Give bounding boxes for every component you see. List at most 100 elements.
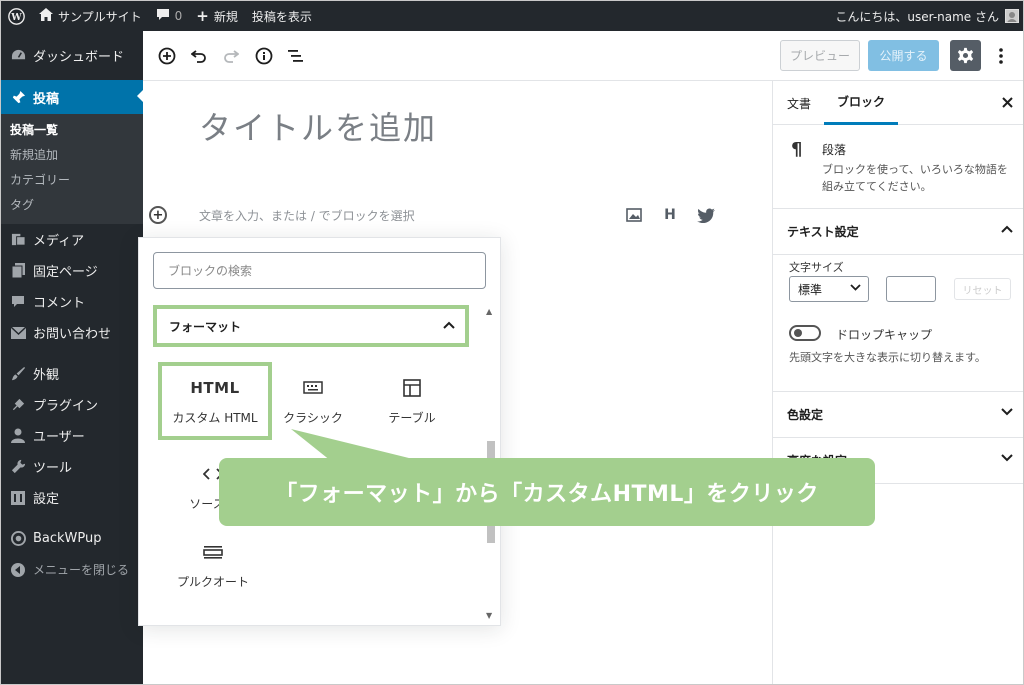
table-icon [403,377,421,399]
menu-label-backwpup: BackWPup [33,531,102,546]
comment-bubble-icon [156,8,170,24]
menu-label-settings: 設定 [33,492,60,507]
settings-toggle-button[interactable] [950,40,981,71]
redo-icon [224,50,239,63]
paragraph-placeholder[interactable]: 文章を入力、または / でブロックを選択 [199,207,415,224]
pilcrow-icon: ¶ [791,139,803,160]
menu-item-backwpup[interactable]: BackWPup [1,523,143,554]
menu-item-users[interactable]: ユーザー [1,420,143,451]
custom-font-size-input[interactable] [886,276,936,302]
quick-image-button[interactable] [624,205,644,225]
post-title-input[interactable]: タイトルを追加 [199,103,437,149]
menu-item-posts[interactable]: 投稿 [1,80,143,114]
drop-cap-toggle[interactable] [789,325,821,341]
pullquote-icon [203,541,223,563]
menu-item-appearance[interactable]: 外観 [1,358,143,389]
color-settings-panel-header[interactable]: 色設定 [773,392,1023,438]
user-icon [9,427,27,445]
block-label-table: テーブル [388,410,436,425]
submenu-categories[interactable]: カテゴリー [1,168,143,193]
preview-button[interactable]: プレビュー [780,40,860,71]
text-settings-title: テキスト設定 [787,225,859,239]
scroll-up-arrow-icon[interactable]: ▲ [486,307,492,316]
menu-item-contact[interactable]: お問い合わせ [1,317,143,348]
formatting-panel-header[interactable]: フォーマット [153,305,469,347]
block-custom-html[interactable]: HTML カスタム HTML [158,362,272,440]
content-info-button[interactable] [252,44,276,68]
more-menu-button[interactable] [991,40,1011,71]
backwpup-logo-icon [9,530,27,548]
scroll-down-arrow-icon[interactable]: ▼ [486,611,492,620]
plus-icon: + [196,7,209,25]
menu-item-pages[interactable]: 固定ページ [1,255,143,286]
collapse-arrow-icon [9,561,27,579]
undo-icon [191,50,206,63]
site-name: サンプルサイト [58,9,142,24]
inline-inserter-button[interactable]: + [149,206,167,224]
menu-label-appearance: 外観 [33,368,60,383]
svg-text:W: W [10,11,22,22]
settings-sidebar: 文書 ブロック ¶ 段落 ブロックを使って、いろいろな物語を組み立ててください。… [772,81,1023,684]
font-size-reset-button[interactable]: リセット [954,278,1011,300]
font-size-select[interactable]: 標準 [789,276,869,302]
submenu-add-new[interactable]: 新規追加 [1,143,143,168]
font-size-label: 文字サイズ [789,261,844,274]
color-settings-title: 色設定 [787,408,824,422]
pages-icon [9,262,27,280]
redo-button[interactable] [219,44,243,68]
settings-sliders-icon [9,489,27,507]
block-table[interactable]: テーブル [358,364,466,438]
menu-item-dashboard[interactable]: ダッシュボード [1,31,143,80]
quick-twitter-button[interactable] [696,205,716,225]
info-icon [255,47,273,65]
menu-label-plugins: プラグイン [33,399,99,414]
menu-separator [1,348,143,358]
heading-icon: H [664,207,676,223]
undo-button[interactable] [187,44,211,68]
menu-item-comments[interactable]: コメント [1,286,143,317]
site-name-link[interactable]: サンプルサイト [32,1,149,31]
menu-item-settings[interactable]: 設定 [1,482,143,513]
block-label-pullquote: プルクオート [176,574,249,589]
view-post-link[interactable]: 投稿を表示 [245,1,319,31]
wrench-icon [9,458,27,476]
menu-label-pages: 固定ページ [33,265,98,280]
block-label-classic: クラシック [283,410,343,425]
text-settings-panel-header[interactable]: テキスト設定 [773,209,1023,255]
block-pullquote[interactable]: プルクオート [159,528,267,602]
submenu-all-posts[interactable]: 投稿一覧 [1,118,143,143]
add-block-button[interactable] [155,44,179,68]
block-classic[interactable]: クラシック [259,364,367,438]
greeting-text: こんにちは、user-name さん [835,9,999,24]
menu-separator [1,513,143,523]
dashboard-gauge-icon [9,47,27,65]
font-size-value: 標準 [798,282,823,297]
comments-link[interactable]: 0 [149,1,190,31]
close-sidebar-button[interactable] [1002,93,1013,112]
list-view-icon [288,50,303,62]
paintbrush-icon [9,365,27,383]
admin-bar: W サンプルサイト 0 + 新規 投稿を表示 こんにちは、user-name さ… [1,1,1023,31]
block-search-input[interactable]: ブロックの検索 [153,252,486,289]
block-card-title: 段落 [822,143,847,157]
avatar [1005,9,1019,23]
collapse-menu-button[interactable]: メニューを閉じる [1,554,143,585]
account-menu[interactable]: こんにちは、user-name さん [835,1,1019,31]
plus-circle-icon [158,47,176,65]
new-content-link[interactable]: + 新規 [189,1,245,31]
chevron-up-icon [443,317,455,333]
publish-button[interactable]: 公開する [868,40,939,71]
block-card-description: ブロックを使って、いろいろな物語を組み立ててください。 [822,163,1008,193]
quick-heading-button[interactable]: H [660,205,680,225]
block-inserter-popover: ブロックの検索 フォーマット HTML カスタム HTML クラシック テーブル [138,237,501,626]
menu-item-tools[interactable]: ツール [1,451,143,482]
menu-item-plugins[interactable]: プラグイン [1,389,143,420]
tab-document[interactable]: 文書 [787,81,811,125]
tab-block[interactable]: ブロック [824,81,899,125]
menu-item-media[interactable]: メディア [1,224,143,255]
submenu-tags[interactable]: タグ [1,193,143,218]
plus-icon: + [152,207,164,223]
block-navigation-button[interactable] [284,44,308,68]
comments-count: 0 [174,9,183,23]
wordpress-logo-icon[interactable]: W [1,1,32,31]
